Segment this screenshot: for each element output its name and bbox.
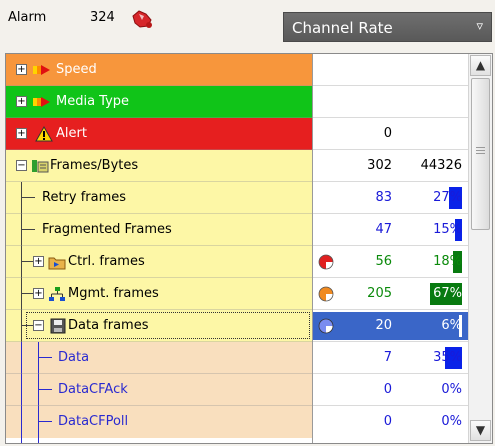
count-value: 56 — [375, 254, 392, 269]
row-label: Mgmt. frames — [68, 286, 159, 301]
vertical-scrollbar[interactable]: ▲ ▼ — [468, 54, 492, 443]
row-label: DataCFPoll — [58, 414, 129, 429]
count-value: 0 — [383, 126, 392, 141]
blue-pie-icon — [318, 318, 334, 334]
network-icon — [48, 286, 66, 302]
percent-value: 0% — [441, 382, 462, 397]
percent-value: 0% — [441, 414, 462, 429]
tree-row-fragmented-frames[interactable]: Fragmented Frames 47 15% — [6, 214, 468, 246]
tree-row-data-frames[interactable]: − Data frames 20 6% — [6, 310, 468, 342]
row-label: Fragmented Frames — [42, 222, 172, 237]
tree-row-ctrl-frames[interactable]: + Ctrl. frames 56 18% — [6, 246, 468, 278]
row-label: Data — [58, 350, 90, 365]
row-background — [6, 374, 312, 406]
tree-row-mgmt-frames[interactable]: + Mgmt. frames 205 67% — [6, 278, 468, 310]
count-value: 47 — [375, 222, 392, 237]
expand-icon[interactable]: + — [16, 96, 27, 107]
tree-row-alert[interactable]: + Alert 0 — [6, 118, 468, 150]
tree-row-data[interactable]: Data 7 35% — [6, 342, 468, 374]
percent-value: 6% — [441, 318, 462, 333]
row-label: Media Type — [56, 94, 130, 109]
tree-row-media-type[interactable]: + Media Type — [6, 86, 468, 118]
count-value: 83 — [375, 190, 392, 205]
expand-icon[interactable]: + — [33, 288, 44, 299]
count-value: 205 — [367, 286, 392, 301]
count-value: 7 — [383, 350, 392, 365]
red-pie-icon — [318, 254, 334, 270]
collapse-icon[interactable]: − — [16, 160, 27, 171]
count-value: 0 — [383, 414, 392, 429]
dropdown-label: Channel Rate — [292, 19, 393, 37]
channel-rate-dropdown[interactable]: Channel Rate ▿ — [283, 12, 492, 42]
collapse-icon[interactable]: − — [33, 320, 44, 331]
column-divider — [312, 54, 313, 443]
count-value: 20 — [375, 318, 392, 333]
expand-icon[interactable]: + — [16, 128, 27, 139]
alarm-label: Alarm — [8, 10, 47, 25]
bytes-value: 44326 — [420, 158, 462, 173]
stats-tree-panel: + Speed + Media Type + Alert 0 − Frames/ — [5, 53, 493, 444]
orange-pie-icon — [318, 286, 334, 302]
red-arrow-icon — [33, 62, 51, 78]
expand-icon[interactable]: + — [33, 256, 44, 267]
tree-row-datacfack[interactable]: DataCFAck 0 0% — [6, 374, 468, 406]
red-arrow-icon — [33, 94, 51, 110]
scroll-up-button[interactable]: ▲ — [470, 55, 491, 76]
alarm-count: 324 — [90, 10, 115, 25]
row-background — [6, 406, 312, 438]
tree-row-datacfpoll[interactable]: DataCFPoll 0 0% — [6, 406, 468, 443]
expand-icon[interactable]: + — [16, 64, 27, 75]
percent-value: 18% — [433, 254, 462, 269]
scroll-down-button[interactable]: ▼ — [470, 420, 491, 441]
siren-icon[interactable] — [130, 8, 156, 34]
scroll-thumb[interactable] — [471, 78, 490, 230]
percent-value: 15% — [433, 222, 462, 237]
tree-row-speed[interactable]: + Speed — [6, 54, 468, 86]
toolbar: Alarm 324 Channel Rate ▿ — [0, 0, 495, 50]
chevron-down-icon: ▿ — [476, 19, 483, 34]
row-label: Speed — [56, 62, 97, 77]
frames-icon — [31, 158, 49, 174]
percent-value: 67% — [433, 286, 462, 301]
row-background — [6, 342, 312, 374]
percent-value: 27% — [433, 190, 462, 205]
row-label: Alert — [56, 126, 87, 141]
row-label: DataCFAck — [58, 382, 128, 397]
percent-value: 35% — [433, 350, 462, 365]
disk-icon — [50, 318, 68, 334]
warning-icon — [35, 125, 53, 142]
control-folder-icon — [48, 254, 66, 270]
row-label: Retry frames — [42, 190, 127, 205]
row-label: Frames/Bytes — [50, 158, 139, 173]
row-label: Data frames — [68, 318, 149, 333]
tree-row-retry-frames[interactable]: Retry frames 83 27% — [6, 182, 468, 214]
row-label: Ctrl. frames — [68, 254, 145, 269]
count-value: 302 — [367, 158, 392, 173]
tree-row-frames-bytes[interactable]: − Frames/Bytes 302 44326 — [6, 150, 468, 182]
count-value: 0 — [383, 382, 392, 397]
